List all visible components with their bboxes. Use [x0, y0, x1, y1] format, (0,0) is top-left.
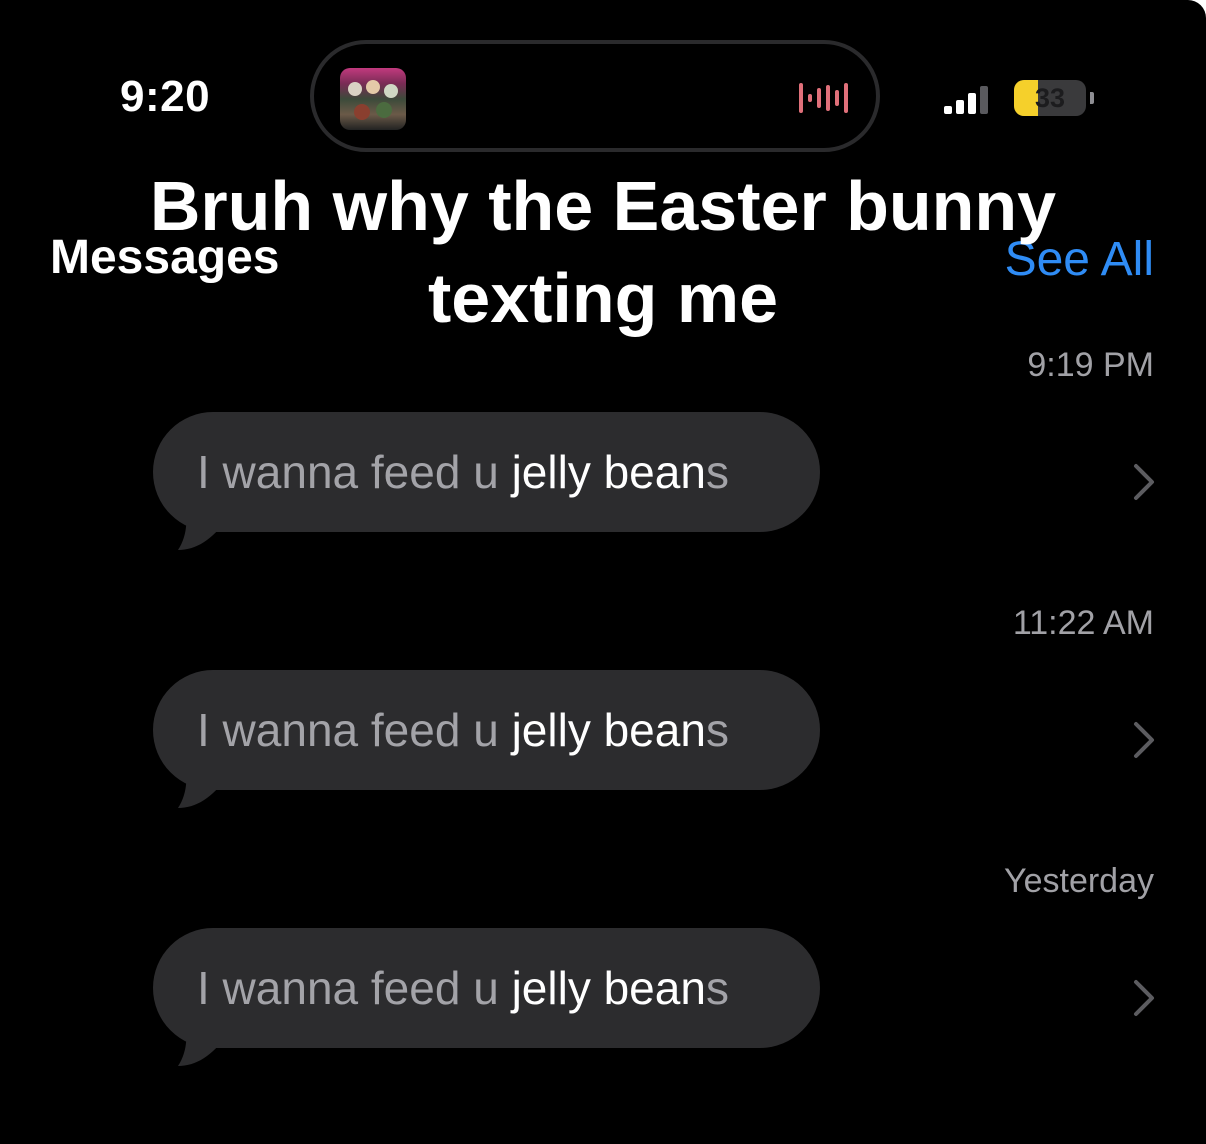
- chevron-right-icon[interactable]: [1132, 978, 1156, 1018]
- bubble-tail: [178, 770, 228, 808]
- bubble-tail: [178, 512, 228, 550]
- message-bubble[interactable]: I wanna feed u jelly beans: [153, 928, 820, 1048]
- caption-line-2: texting me: [427, 259, 779, 337]
- message-bubble[interactable]: I wanna feed u jelly beans: [153, 670, 820, 790]
- audio-waveform-icon: [799, 80, 848, 116]
- status-time: 9:20: [120, 72, 211, 121]
- dynamic-island[interactable]: [310, 40, 880, 152]
- cellular-signal-icon: [944, 84, 988, 114]
- message-time: Yesterday: [1004, 862, 1154, 900]
- meme-caption: Bruh why the Easter bunny texting me: [0, 160, 1206, 344]
- caption-line-1: Bruh why the Easter bunny: [149, 167, 1057, 245]
- chevron-right-icon[interactable]: [1132, 462, 1156, 502]
- message-bubble[interactable]: I wanna feed u jelly beans: [153, 412, 820, 532]
- message-text: I wanna feed u jelly beans: [197, 704, 729, 756]
- message-text: I wanna feed u jelly beans: [197, 446, 729, 498]
- battery-level: 33: [1034, 83, 1066, 113]
- message-time: 11:22 AM: [1012, 604, 1154, 642]
- phone-screen: 9:20 33 Bruh why the Easter bunny textin…: [0, 0, 1206, 1144]
- chevron-right-icon[interactable]: [1132, 720, 1156, 760]
- message-text: I wanna feed u jelly beans: [197, 962, 729, 1014]
- battery-icon: 33: [1014, 80, 1086, 116]
- album-art-icon: [340, 68, 406, 130]
- bubble-tail: [178, 1028, 228, 1066]
- message-time: 9:19 PM: [1027, 346, 1154, 384]
- battery-cap: [1090, 92, 1094, 104]
